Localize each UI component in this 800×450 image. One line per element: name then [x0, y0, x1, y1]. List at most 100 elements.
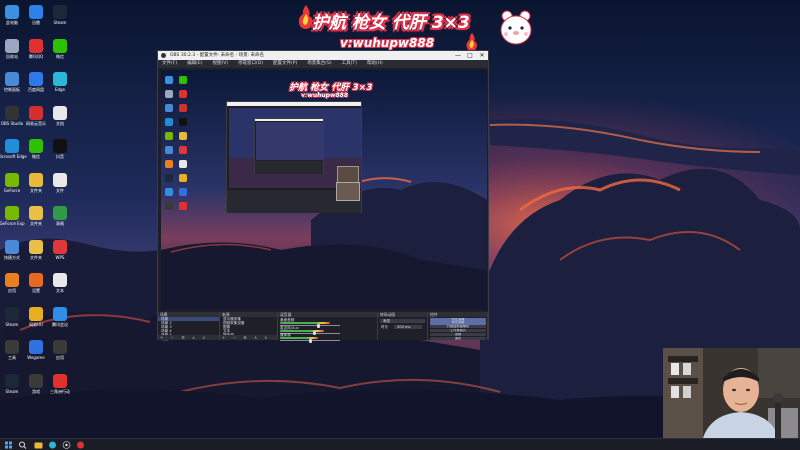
- desktop-icon[interactable]: 文件夹: [24, 172, 48, 198]
- desktop-icon[interactable]: 快捷方式: [0, 239, 24, 265]
- desktop-icon[interactable]: 三角洲行动: [48, 373, 72, 399]
- desktop-icon[interactable]: Steam: [48, 4, 72, 30]
- obs-studio-window[interactable]: OBS 30.2.3 - 配置文件: 未命名 - 场景: 未命名 — □ ✕ 文…: [157, 50, 489, 343]
- desktop-icon[interactable]: Edge: [48, 71, 72, 97]
- scenes-dock-footer[interactable]: + − ⚙ ∧ ∨: [158, 335, 219, 340]
- mixer-level-meter: [280, 329, 324, 332]
- obs-preview-canvas[interactable]: 护航 枪女 代肝 3×3 v:wuhupw888: [161, 70, 487, 310]
- desktop-icon-label: 表格: [56, 221, 64, 226]
- menu-item[interactable]: 视图(V): [212, 60, 228, 68]
- app-icon: [29, 139, 43, 153]
- desktop-icon[interactable]: 应用: [48, 339, 72, 365]
- app-icon: [53, 38, 67, 53]
- desktop-icon[interactable]: 游戏: [24, 373, 48, 399]
- obs-icon[interactable]: [62, 441, 71, 449]
- menu-item[interactable]: 编辑(E): [187, 60, 202, 68]
- desktop-icon-label: 微信: [56, 53, 64, 59]
- app-icon: [53, 273, 67, 287]
- mixer-level-meter: [280, 337, 319, 339]
- desktop-icon[interactable]: 百度网盘: [24, 71, 48, 97]
- obs-menubar: 文件(F) 编辑(E) 视图(V) 停靠窗口(D) 配置文件(P) 场景集合(S) 工具(T…: [158, 60, 488, 68]
- control-button[interactable]: 设置: [430, 332, 486, 337]
- menu-item[interactable]: 帮助(H): [367, 60, 383, 68]
- menu-item[interactable]: 工具(T): [342, 60, 357, 68]
- app-icon: [29, 38, 43, 53]
- menu-item[interactable]: 配置文件(P): [273, 60, 297, 68]
- desktop-icon[interactable]: 回收站: [0, 38, 24, 64]
- app-icon: [29, 72, 43, 86]
- wegame-icon[interactable]: [76, 441, 85, 449]
- minimize-button[interactable]: —: [452, 51, 464, 60]
- desktop-icon[interactable]: 网易云音乐: [24, 105, 48, 131]
- desktop-icon[interactable]: Wegame: [24, 339, 48, 365]
- menu-item[interactable]: 停靠窗口(D): [238, 60, 263, 68]
- desktop-icon[interactable]: 文件夹: [24, 239, 48, 265]
- desktop-icon[interactable]: 抖音: [48, 138, 72, 164]
- desktop-icon-label: WPS: [55, 254, 65, 260]
- app-icon: [5, 373, 19, 388]
- desktop-icon[interactable]: WPS: [48, 239, 72, 265]
- desktop-icon[interactable]: 腾讯会议: [48, 306, 72, 332]
- app-icon: [53, 373, 67, 388]
- desktop-icon[interactable]: 迅雷: [24, 4, 48, 30]
- app-icon: [53, 139, 67, 153]
- app-icon: [5, 172, 19, 187]
- desktop-icon[interactable]: OBS Studio: [0, 105, 24, 131]
- desktop-icon[interactable]: Steam: [0, 306, 24, 332]
- desktop-icon[interactable]: Microsoft Edge: [0, 138, 27, 164]
- scenes-dock: 场景 场景场景 2场景 3场景 4场景 5场景 6 + − ⚙ ∧ ∨: [158, 312, 220, 341]
- stream-title-overlay: 护航 枪女 代肝 3×3: [312, 13, 470, 33]
- desktop-icon-label: 三角洲行动: [50, 388, 70, 394]
- control-button[interactable]: 退出: [430, 336, 486, 340]
- obs-window-title: OBS 30.2.3 - 配置文件: 未命名 - 场景: 未命名: [170, 53, 265, 58]
- desktop-icon[interactable]: 腾讯QQ: [24, 38, 48, 64]
- sources-dock-footer[interactable]: + − ⚙ ∧ ∨: [220, 335, 277, 340]
- desktop-icon[interactable]: 此电脑: [0, 4, 24, 30]
- desktop-icon[interactable]: 表格: [48, 205, 72, 231]
- app-icon: [5, 340, 19, 354]
- desktop-icon[interactable]: 应用: [0, 272, 24, 298]
- app-icon: [5, 5, 19, 19]
- desktop-icon[interactable]: 工具: [0, 339, 24, 365]
- desktop-icon[interactable]: 微信: [24, 138, 48, 164]
- app-icon: [53, 340, 67, 354]
- app-icon: [29, 373, 43, 388]
- mixer-level-meter: [280, 322, 330, 324]
- desktop-icon[interactable]: 设置: [24, 272, 48, 298]
- control-button[interactable]: 工作室模式: [430, 328, 486, 333]
- desktop-icon[interactable]: GeForce Exp: [0, 205, 25, 231]
- desktop-icon[interactable]: 微信: [48, 38, 72, 64]
- menu-item[interactable]: 场景集合(S): [307, 60, 331, 68]
- edge-icon[interactable]: [48, 441, 57, 449]
- desktop-icon[interactable]: GeForce: [0, 172, 24, 198]
- transitions-dock-header: 转场动画: [378, 312, 427, 317]
- transition-type-select[interactable]: 渐变: [380, 319, 425, 323]
- app-icon: [5, 139, 19, 153]
- desktop-icon[interactable]: Steam: [0, 373, 24, 399]
- desktop-icon[interactable]: 控制面板: [0, 71, 24, 97]
- desktop-icon-label: 应用: [56, 355, 64, 360]
- obs-app-icon: [161, 53, 166, 58]
- file-explorer-icon[interactable]: [34, 441, 43, 449]
- close-button[interactable]: ✕: [476, 51, 488, 60]
- transition-duration-input[interactable]: 300 ms: [394, 325, 422, 329]
- windows-start-icon[interactable]: [4, 441, 13, 449]
- control-buttons: 停止直播 停止录制 开始虚拟摄像机 工作室模式 设置 退出: [428, 317, 487, 340]
- desktop-icon[interactable]: 文本: [48, 272, 72, 298]
- volume-slider-knob[interactable]: [308, 338, 312, 343]
- app-icon: [53, 172, 67, 187]
- app-icon: [53, 5, 67, 19]
- desktop-icon[interactable]: 文件夹: [24, 205, 48, 231]
- search-icon[interactable]: [18, 441, 28, 449]
- desktop-icon[interactable]: 文件: [48, 172, 72, 198]
- obs-titlebar[interactable]: OBS 30.2.3 - 配置文件: 未命名 - 场景: 未命名 — □ ✕: [158, 51, 488, 60]
- app-icon: [5, 38, 19, 53]
- desktop-icon[interactable]: 文档: [48, 105, 72, 131]
- maximize-button[interactable]: □: [464, 51, 476, 60]
- menu-item[interactable]: 文件(F): [162, 60, 177, 68]
- app-icon: [29, 172, 43, 187]
- app-icon: [5, 273, 19, 287]
- transitions-dock: 转场动画 渐变 时长 300 ms: [378, 312, 428, 340]
- desktop-icon[interactable]: 网易UU: [24, 306, 48, 332]
- control-button[interactable]: 开始虚拟摄像机: [430, 325, 486, 329]
